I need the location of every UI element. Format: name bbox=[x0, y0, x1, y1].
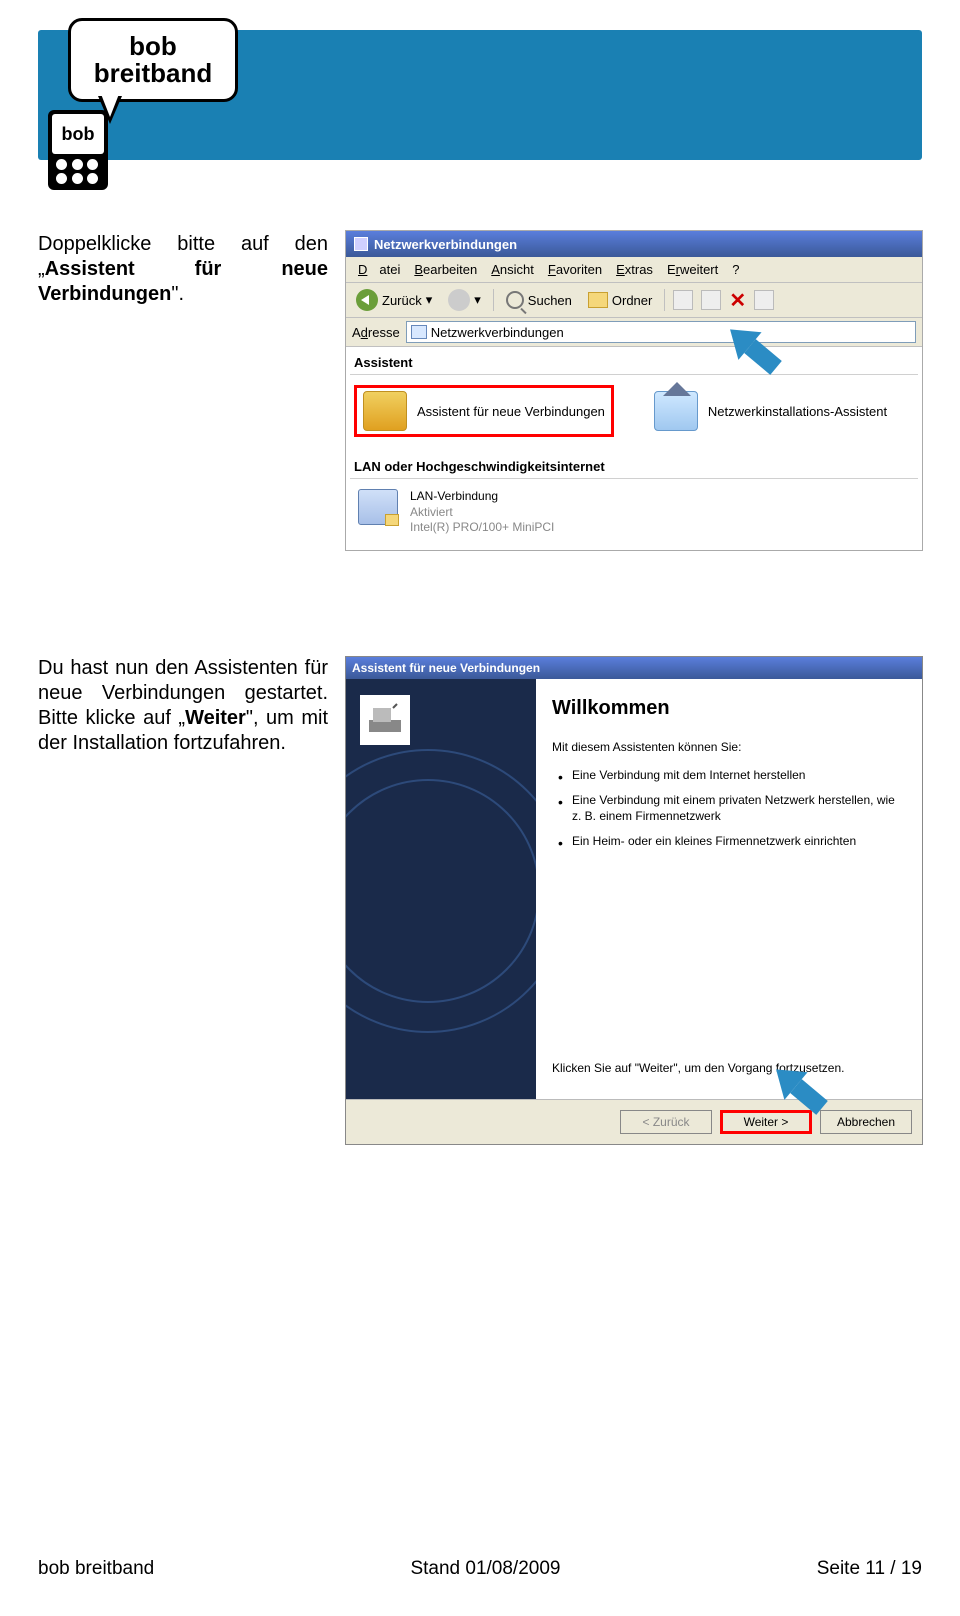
new-connection-wizard-item[interactable]: Assistent für neue Verbindungen bbox=[417, 404, 605, 419]
window1-menubar: Datei Bearbeiten Ansicht Favoriten Extra… bbox=[346, 257, 922, 283]
wizard-buttons: < Zurück Weiter > Abbrechen bbox=[346, 1099, 922, 1144]
network-install-wizard-item[interactable]: Netzwerkinstallations-Assistent bbox=[708, 404, 887, 419]
wizard-content: Willkommen Mit diesem Assistenten können… bbox=[536, 679, 922, 1099]
window2-titlebar: Assistent für neue Verbindungen bbox=[346, 657, 922, 679]
footer-right: Seite 11 / 19 bbox=[817, 1558, 922, 1580]
wizard-heading: Willkommen bbox=[552, 697, 906, 720]
window1-body: Assistent Assistent für neue Verbindunge… bbox=[346, 347, 922, 550]
speech-bubble: bob breitband bbox=[68, 18, 238, 102]
window1-addressbar: Adresse Netzwerkverbindungen bbox=[346, 318, 922, 347]
separator bbox=[493, 289, 494, 311]
section-lan: LAN oder Hochgeschwindigkeitsinternet bbox=[350, 453, 918, 476]
next-button[interactable]: Weiter > bbox=[720, 1110, 812, 1134]
bullet-3: Ein Heim- oder ein kleines Firmennetzwer… bbox=[558, 834, 906, 850]
lan-device: Intel(R) PRO/100+ MiniPCI bbox=[410, 520, 554, 536]
back-button[interactable]: Zurück ▾ bbox=[352, 287, 436, 313]
bullet-2: Eine Verbindung mit einem privaten Netzw… bbox=[558, 793, 906, 824]
forward-arrow-icon bbox=[448, 289, 470, 311]
phone-keypad bbox=[56, 159, 100, 184]
wizard-folder-icon bbox=[363, 391, 407, 431]
window1-titlebar: Netzwerkverbindungen bbox=[346, 231, 922, 257]
network-icon bbox=[411, 325, 427, 339]
bullet-1: Eine Verbindung mit dem Internet herstel… bbox=[558, 768, 906, 784]
separator bbox=[664, 289, 665, 311]
wizard-intro: Mit diesem Assistenten können Sie: bbox=[552, 740, 906, 756]
instruction-1: Doppelklicke bitte auf den „Assistent fü… bbox=[38, 232, 328, 307]
back-button-wizard: < Zurück bbox=[620, 1110, 712, 1134]
header-line1: bob bbox=[129, 33, 177, 60]
sidebar-modem-icon bbox=[360, 695, 410, 745]
menu-bearbeiten[interactable]: Bearbeiten bbox=[408, 260, 483, 279]
wizard-sidebar bbox=[346, 679, 536, 1099]
window1-icon bbox=[354, 237, 368, 251]
menu-ansicht[interactable]: Ansicht bbox=[485, 260, 540, 279]
window1-toolbar: Zurück ▾ ▾ Suchen Ordner ✕ bbox=[346, 283, 922, 318]
address-label: Adresse bbox=[352, 325, 400, 340]
lan-name: LAN-Verbindung bbox=[410, 489, 554, 505]
folder-icon bbox=[588, 292, 608, 308]
lan-icon bbox=[358, 489, 398, 525]
address-box[interactable]: Netzwerkverbindungen bbox=[406, 321, 916, 343]
lan-connection-item[interactable]: LAN-Verbindung Aktiviert Intel(R) PRO/10… bbox=[350, 485, 918, 540]
instruction-2: Du hast nun den Assistenten für neue Ver… bbox=[38, 656, 328, 756]
cancel-button[interactable]: Abbrechen bbox=[820, 1110, 912, 1134]
footer-center: Stand 01/08/2009 bbox=[410, 1558, 560, 1580]
header-line2: breitband bbox=[94, 60, 212, 87]
tb-icon1[interactable] bbox=[673, 290, 693, 310]
search-button[interactable]: Suchen bbox=[502, 289, 576, 311]
address-value: Netzwerkverbindungen bbox=[431, 325, 564, 340]
wizard-continue-text: Klicken Sie auf "Weiter", um den Vorgang… bbox=[552, 1061, 906, 1077]
tb-icon3[interactable] bbox=[754, 290, 774, 310]
folders-button[interactable]: Ordner bbox=[584, 290, 656, 310]
phone-screen-text: bob bbox=[52, 114, 104, 154]
menu-erweitert[interactable]: Erweitert bbox=[661, 260, 724, 279]
lan-status: Aktiviert bbox=[410, 505, 554, 521]
delete-icon[interactable]: ✕ bbox=[729, 288, 746, 313]
section-assistent: Assistent bbox=[350, 349, 918, 372]
back-arrow-icon bbox=[356, 289, 378, 311]
tb-icon2[interactable] bbox=[701, 290, 721, 310]
menu-favoriten[interactable]: Favoriten bbox=[542, 260, 608, 279]
bubble-tail-inner bbox=[101, 94, 119, 117]
forward-button[interactable]: ▾ bbox=[444, 287, 485, 313]
divider bbox=[350, 374, 918, 375]
menu-extras[interactable]: Extras bbox=[610, 260, 659, 279]
search-icon bbox=[506, 291, 524, 309]
page-footer: bob breitband Stand 01/08/2009 Seite 11 … bbox=[38, 1558, 922, 1580]
house-icon bbox=[654, 391, 698, 431]
footer-left: bob breitband bbox=[38, 1558, 154, 1580]
menu-datei[interactable]: Datei bbox=[352, 260, 406, 279]
window-wizard: Assistent für neue Verbindungen Willkomm… bbox=[345, 656, 923, 1145]
window-netzwerkverbindungen: Netzwerkverbindungen Datei Bearbeiten An… bbox=[345, 230, 923, 551]
window1-title-text: Netzwerkverbindungen bbox=[374, 237, 517, 252]
divider bbox=[350, 478, 918, 479]
menu-help[interactable]: ? bbox=[726, 260, 745, 279]
highlighted-item: Assistent für neue Verbindungen bbox=[354, 385, 614, 437]
